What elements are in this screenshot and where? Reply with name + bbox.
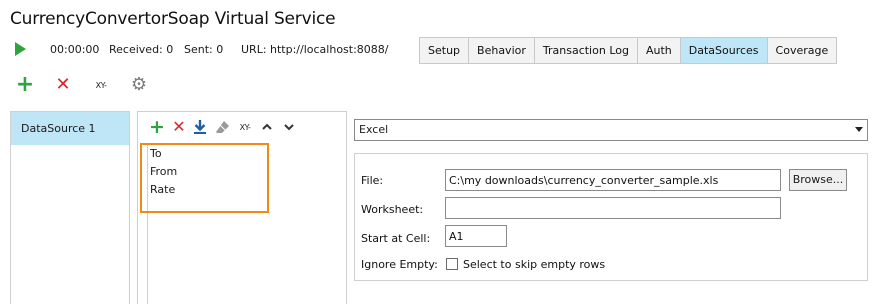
add-field-button[interactable]: + — [149, 117, 165, 137]
elapsed-time: 00:00:00 — [50, 43, 100, 56]
highlight-box — [140, 143, 269, 213]
window-title: CurrencyConvertorSoap Virtual Service — [10, 9, 336, 29]
datasource-item[interactable]: DataSource 1 — [11, 112, 129, 145]
worksheet-input[interactable] — [445, 197, 781, 219]
browse-button[interactable]: Browse... — [789, 169, 847, 191]
gear-icon[interactable]: ⚙ — [129, 74, 149, 96]
tab-coverage[interactable]: Coverage — [768, 38, 837, 63]
eraser-icon[interactable] — [215, 119, 230, 135]
ignore-empty-checkbox-label[interactable]: Select to skip empty rows — [463, 258, 605, 271]
tab-behavior[interactable]: Behavior — [469, 38, 535, 63]
datasource-list: DataSource 1 — [10, 111, 130, 304]
source-type-select[interactable]: Excel — [354, 119, 868, 141]
download-icon[interactable] — [193, 118, 207, 136]
sent-count: Sent: 0 — [184, 43, 224, 56]
ignore-empty-label: Ignore Empty: — [361, 258, 438, 271]
service-url: URL: http://localhost:8088/ — [241, 43, 389, 56]
delete-field-button[interactable]: ✕ — [171, 118, 187, 136]
status-bar: 00:00:00 Received: 0 Sent: 0 URL: http:/… — [0, 38, 420, 62]
start-cell-input[interactable] — [445, 225, 507, 247]
delete-datasource-button[interactable]: ✕ — [54, 75, 72, 95]
xy-icon[interactable]: XY- — [236, 121, 254, 133]
add-datasource-button[interactable]: + — [16, 74, 34, 96]
chevron-down-icon — [855, 127, 863, 132]
tab-datasources[interactable]: DataSources — [680, 38, 768, 63]
excel-config-panel: File: Browse... Worksheet: Start at Cell… — [354, 153, 868, 281]
received-count: Received: 0 — [109, 43, 174, 56]
chevron-up-icon[interactable] — [261, 121, 273, 133]
file-label: File: — [361, 174, 384, 187]
tab-transaction-log[interactable]: Transaction Log — [535, 38, 638, 63]
xy-icon[interactable]: XY- — [92, 79, 110, 91]
source-type-value: Excel — [359, 123, 389, 136]
play-icon[interactable] — [15, 42, 26, 56]
ignore-empty-checkbox[interactable] — [446, 258, 458, 270]
tab-auth[interactable]: Auth — [638, 38, 681, 63]
file-path-input[interactable] — [445, 169, 781, 191]
tab-bar: Setup Behavior Transaction Log Auth Data… — [419, 37, 838, 64]
chevron-down-icon[interactable] — [283, 121, 295, 133]
tab-setup[interactable]: Setup — [420, 38, 470, 63]
worksheet-label: Worksheet: — [361, 203, 424, 216]
start-cell-label: Start at Cell: — [361, 232, 431, 245]
